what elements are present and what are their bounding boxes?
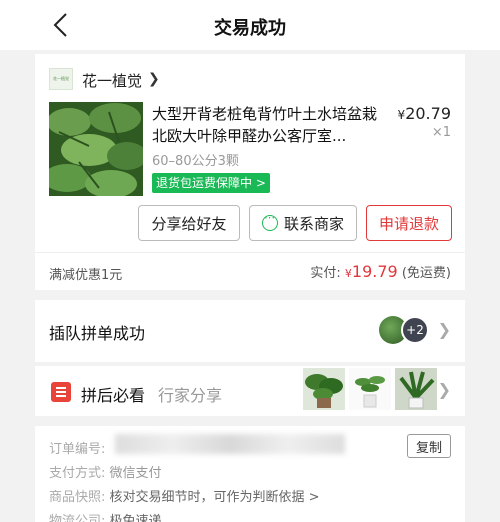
payment-method-label: 支付方式: [49, 466, 106, 481]
chevron-right-icon[interactable]: ❯ [438, 320, 451, 339]
logistics-value: 极兔速递 [109, 514, 162, 522]
product-quantity: ×1 [431, 125, 451, 140]
copy-button[interactable]: 复制 [407, 434, 451, 458]
group-buy-text: 插队拼单成功 [49, 324, 146, 343]
refund-button[interactable]: 申请退款 [366, 205, 452, 241]
contact-seller-button[interactable]: 联系商家 [249, 205, 357, 241]
chevron-right-icon[interactable]: ❯ [438, 380, 451, 399]
payment-total: 实付: ¥19.79 (免运费) [310, 262, 451, 281]
page-title: 交易成功 [214, 18, 286, 39]
product-price: ¥20.79 [397, 104, 451, 123]
divider [35, 252, 465, 253]
return-shipping-badge[interactable]: 退货包运费保障中 > [152, 173, 270, 193]
logistics-row: 物流公司: 极兔速递 [49, 510, 162, 522]
order-id-value-blurred [115, 434, 345, 454]
payment-method-value: 微信支付 [109, 466, 162, 481]
share-button[interactable]: 分享给好友 [138, 205, 240, 241]
order-id-label: 订单编号: [49, 442, 106, 457]
snapshot-value[interactable]: 核对交易细节时，可作为判断依据 > [110, 490, 320, 505]
logistics-label: 物流公司: [49, 514, 106, 522]
order-info-card: 订单编号: 复制 支付方式: 微信支付 商品快照: 核对交易细节时，可作为判断依… [35, 426, 465, 522]
chevron-right-icon[interactable]: ❯ [148, 71, 160, 87]
snapshot-label: 商品快照: [49, 490, 106, 505]
group-buy-card[interactable]: 插队拼单成功 +2 ❯ [35, 300, 465, 362]
order-id-row: 订单编号: [49, 438, 105, 457]
must-see-subtitle: 行家分享 [158, 386, 223, 405]
list-icon [51, 382, 71, 402]
snapshot-row[interactable]: 商品快照: 核对交易细节时，可作为判断依据 > [49, 486, 320, 505]
product-thumbnail[interactable] [49, 102, 143, 196]
discount-text: 满减优惠1元 [49, 268, 123, 283]
chat-icon [261, 211, 278, 231]
plant-image[interactable] [303, 368, 345, 410]
must-see-card[interactable]: 拼后必看 行家分享 ❯ [35, 366, 465, 416]
product-name[interactable]: 大型开背老桩龟背竹叶土水培盆栽北欧大叶除甲醛办公客厅室... [152, 103, 382, 147]
order-card: 花一植觉 花一植觉 ❯ 大型开背老桩龟背竹叶土水培盆栽北欧大叶除甲醛办公客厅室.… [35, 54, 465, 290]
contact-label: 联系商家 [283, 214, 344, 233]
must-see-title: 拼后必看 [81, 386, 146, 405]
payment-method-row: 支付方式: 微信支付 [49, 462, 162, 481]
product-spec: 60–80公分3颗 [152, 154, 239, 169]
more-members-badge: +2 [401, 316, 429, 344]
plant-image[interactable] [349, 368, 391, 410]
shop-name[interactable]: 花一植觉 [82, 70, 142, 91]
nav-bar: 交易成功 [0, 0, 500, 50]
plant-image[interactable] [395, 368, 437, 410]
shop-logo[interactable]: 花一植觉 [49, 68, 73, 90]
